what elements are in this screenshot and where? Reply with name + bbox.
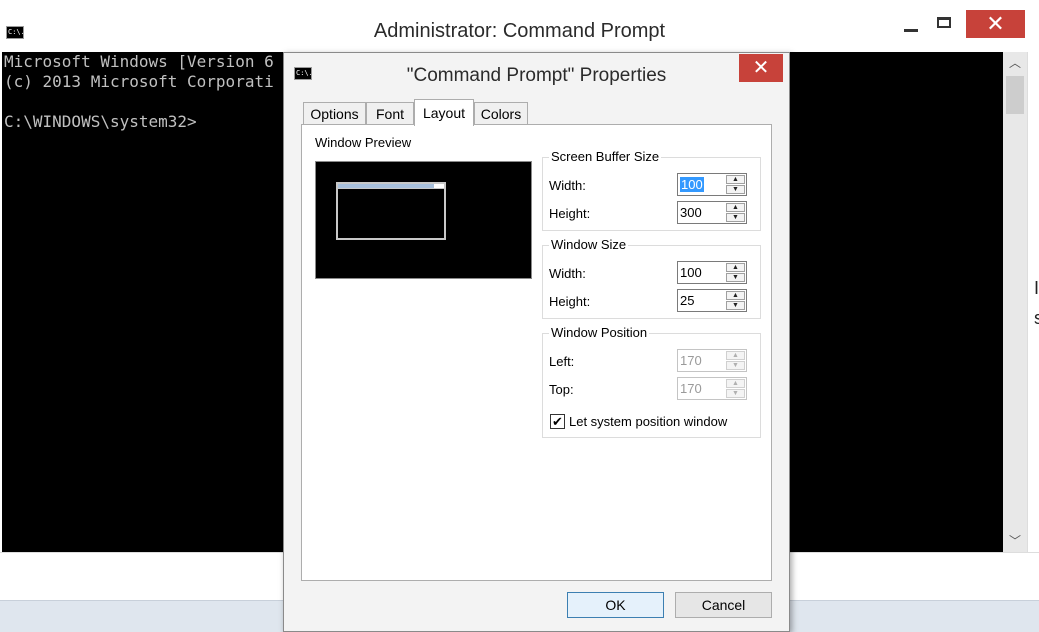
tab-options[interactable]: Options [303,102,366,126]
spin-up-icon[interactable]: ▲ [726,263,745,272]
screen-buffer-group: Screen Buffer Size Width: 100 ▲ ▼ Height… [542,149,761,231]
console-close-button[interactable]: ✕ [966,10,1025,38]
background-window-edge [1027,52,1039,552]
position-left-label: Left: [549,354,575,369]
layout-tab-panel: Window Preview Screen Buffer Size Width:… [301,124,772,581]
position-top-stepper[interactable]: 170 ▲ ▼ [677,377,747,400]
background-text-fragment: s [1034,308,1039,328]
buffer-height-stepper[interactable]: 300 ▲ ▼ [677,201,747,224]
minimize-button[interactable] [893,10,929,40]
spin-up-icon[interactable]: ▲ [726,379,745,388]
spin-down-icon[interactable]: ▼ [726,389,745,398]
window-width-value[interactable]: 100 [680,265,702,280]
window-position-title: Window Position [549,325,650,340]
window-size-group: Window Size Width: 100 ▲ ▼ Height: 25 ▲ … [542,237,761,319]
preview-window-outline [336,182,446,240]
window-height-stepper[interactable]: 25 ▲ ▼ [677,289,747,312]
window-preview [315,161,532,279]
dialog-title: "Command Prompt" Properties [406,65,667,86]
spin-up-icon[interactable]: ▲ [726,175,745,184]
window-size-title: Window Size [549,237,629,252]
position-top-value[interactable]: 170 [680,381,702,396]
console-vertical-scrollbar[interactable]: ︿ ﹀ [1003,52,1027,552]
position-left-stepper[interactable]: 170 ▲ ▼ [677,349,747,372]
buffer-width-stepper[interactable]: 100 ▲ ▼ [677,173,747,196]
tab-layout[interactable]: Layout [414,99,474,126]
window-preview-label: Window Preview [315,135,412,150]
dialog-titlebar[interactable]: C:\. "Command Prompt" Properties ✕ [284,53,789,95]
let-system-position-label[interactable]: Let system position window [569,414,727,429]
tab-font[interactable]: Font [366,102,414,126]
screen-buffer-title: Screen Buffer Size [549,149,662,164]
close-icon: ✕ [752,57,770,79]
position-left-value[interactable]: 170 [680,353,702,368]
console-titlebar[interactable]: C:\. Administrator: Command Prompt ✕ [0,0,1039,52]
spin-down-icon[interactable]: ▼ [726,273,745,282]
background-text-fragment: I [1034,278,1039,298]
dialog-close-button[interactable]: ✕ [739,54,783,82]
preview-buttons [434,184,444,188]
buffer-height-value[interactable]: 300 [680,205,702,220]
checkmark-icon: ✔ [552,414,563,429]
buffer-width-value[interactable]: 100 [680,177,704,192]
preview-titlebar [338,184,444,189]
let-system-position-checkbox[interactable]: ✔ [550,414,565,429]
scroll-up-icon[interactable]: ︿ [1003,52,1027,74]
spin-up-icon[interactable]: ▲ [726,203,745,212]
maximize-icon [937,17,951,28]
window-width-stepper[interactable]: 100 ▲ ▼ [677,261,747,284]
console-line: (c) 2013 Microsoft Corporati [4,72,274,91]
spin-down-icon[interactable]: ▼ [726,213,745,222]
buffer-height-label: Height: [549,206,591,221]
tab-colors[interactable]: Colors [474,102,528,126]
spin-up-icon[interactable]: ▲ [726,291,745,300]
cancel-button[interactable]: Cancel [675,592,772,618]
console-line: Microsoft Windows [Version 6 [4,52,274,71]
position-top-label: Top: [549,382,574,397]
properties-dialog: C:\. "Command Prompt" Properties ✕ Optio… [283,52,790,632]
ok-button[interactable]: OK [567,592,664,618]
spin-down-icon[interactable]: ▼ [726,301,745,310]
scroll-down-icon[interactable]: ﹀ [1003,530,1027,552]
scroll-thumb[interactable] [1006,76,1024,114]
window-height-label: Height: [549,294,591,309]
buffer-width-label: Width: [549,178,586,193]
spin-down-icon[interactable]: ▼ [726,361,745,370]
window-position-group: Window Position Left: 170 ▲ ▼ Top: 170 ▲… [542,325,761,438]
console-prompt-line: C:\WINDOWS\system32> [4,112,197,131]
close-icon: ✕ [986,11,1005,36]
spin-up-icon[interactable]: ▲ [726,351,745,360]
spin-down-icon[interactable]: ▼ [726,185,745,194]
minimize-icon [904,29,918,32]
window-width-label: Width: [549,266,586,281]
maximize-button[interactable] [929,10,961,40]
window-height-value[interactable]: 25 [680,293,694,308]
console-window-title: Administrator: Command Prompt [373,20,666,42]
